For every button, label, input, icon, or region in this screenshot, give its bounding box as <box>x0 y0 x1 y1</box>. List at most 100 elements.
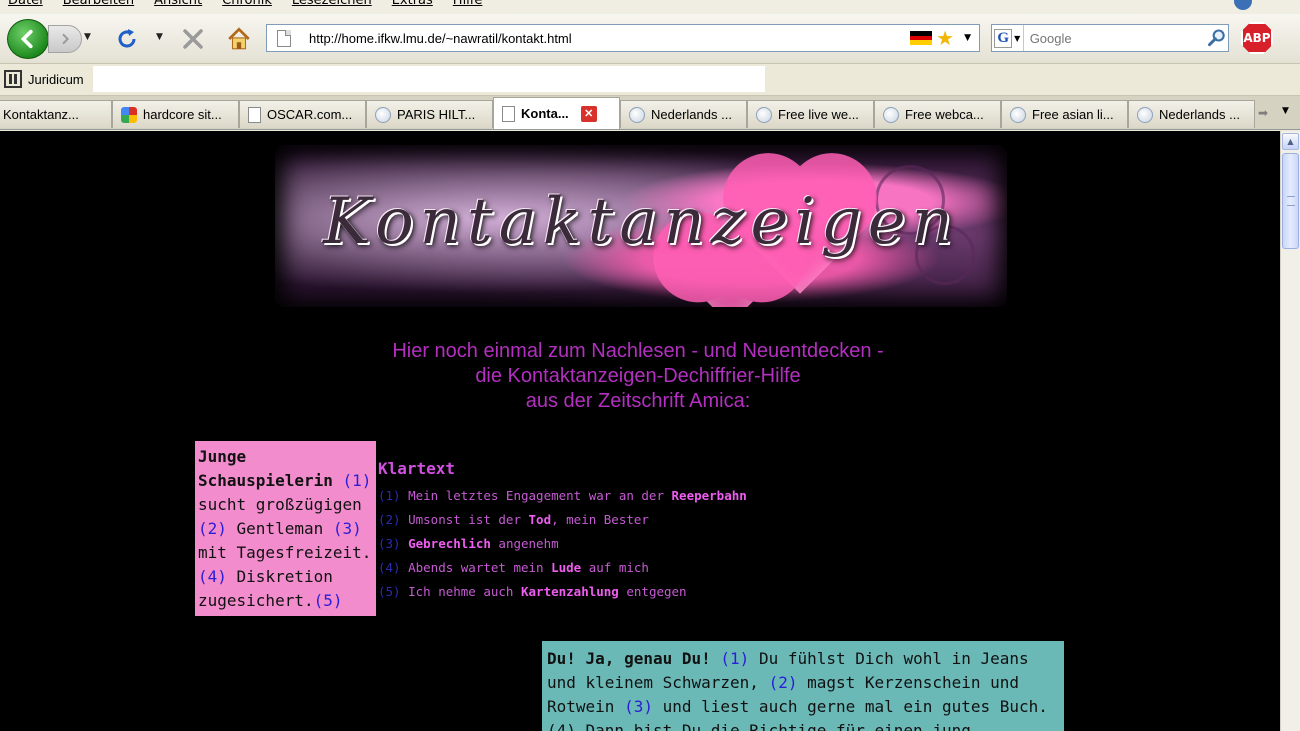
ad-box-schauspielerin: Junge Schauspielerin (1) sucht großzügig… <box>195 441 376 616</box>
bookmark-juridicum[interactable]: Juridicum <box>4 70 84 88</box>
menu-item[interactable]: Datei <box>8 0 43 8</box>
tab[interactable]: OSCAR.com... <box>239 100 366 128</box>
ad-number-marker: (2) <box>768 673 798 692</box>
forward-arrow-icon <box>62 33 70 45</box>
forward-button[interactable] <box>48 25 82 53</box>
bookmarks-toolbar: Juridicum <box>0 64 1300 96</box>
stop-button[interactable] <box>178 24 208 54</box>
ad-number-marker: (3) <box>624 697 653 716</box>
search-engine-selector[interactable]: G ▼ <box>992 25 1024 51</box>
globe-icon <box>1137 106 1153 123</box>
ad-title: Du! Ja, genau Du! <box>547 649 711 668</box>
banner-image: Kontaktanzeigen <box>275 145 1007 307</box>
klartext-row: (2) Umsonst ist der Tod, mein Bester <box>378 508 747 532</box>
scroll-up-icon[interactable]: ▲ <box>1282 133 1299 150</box>
tab-label: Free asian li... <box>1032 107 1114 122</box>
tab-label: Nederlands ... <box>1159 107 1240 122</box>
help-icon[interactable] <box>1234 0 1252 10</box>
reload-dropdown-icon[interactable]: ▼ <box>156 32 163 42</box>
reload-button[interactable] <box>112 24 142 54</box>
klartext-number: (5) <box>378 584 401 599</box>
menu-item[interactable]: Bearbeiten <box>63 0 134 8</box>
menu-item[interactable]: Chronik <box>222 0 272 8</box>
page-icon <box>502 105 515 122</box>
url-dropdown-icon[interactable]: ▼ <box>964 33 971 43</box>
klartext-rows: (1) Mein letztes Engagement war an der R… <box>378 484 747 604</box>
tab[interactable]: Free live we... <box>747 100 874 128</box>
tab[interactable]: hardcore sit... <box>112 100 239 128</box>
klartext-text: Ich nehme auch <box>400 584 521 599</box>
klartext-text: entgegen <box>618 584 687 599</box>
ad-text: sucht großzügigen <box>198 495 362 514</box>
back-arrow-icon <box>20 29 33 49</box>
tab-strip: ◀ Kontaktanz...hardcore sit...OSCAR.com.… <box>0 96 1300 130</box>
address-bar[interactable]: http://home.ifkw.lmu.de/~nawratil/kontak… <box>266 24 980 52</box>
menu-item[interactable]: Extras <box>392 0 433 8</box>
ad-number-marker: (1) <box>720 649 750 668</box>
tab-scroll-right-icon[interactable]: ➡ <box>1258 106 1268 120</box>
klartext-keyword: Lude <box>551 560 582 575</box>
klartext-row: (1) Mein letztes Engagement war an der R… <box>378 484 747 508</box>
tab[interactable]: Nederlands ... <box>1128 100 1255 128</box>
adblock-button[interactable]: ABP <box>1241 22 1273 54</box>
klartext-text: , mein Bester <box>551 512 649 527</box>
ad-text: Gentleman <box>226 519 333 538</box>
vertical-scrollbar[interactable]: ▲ <box>1280 131 1300 731</box>
menu-item[interactable]: Ansicht <box>154 0 202 8</box>
page-icon <box>277 29 291 47</box>
menu-item[interactable]: Hilfe <box>453 0 483 8</box>
globe-icon <box>756 106 772 123</box>
close-tab-icon[interactable]: ✕ <box>580 105 597 122</box>
klartext-number: (2) <box>378 512 401 527</box>
klartext-keyword: Reeperbahn <box>671 488 747 503</box>
engine-dropdown-icon: ▼ <box>1014 33 1021 43</box>
intro-line: Hier noch einmal zum Nachlesen - und Neu… <box>392 340 884 362</box>
klartext-text: Abends wartet mein <box>400 560 552 575</box>
bookmark-label: Juridicum <box>28 71 84 87</box>
back-button[interactable] <box>7 19 49 59</box>
klartext-number: (4) <box>378 560 401 575</box>
tab[interactable]: Konta... ✕ <box>493 97 620 129</box>
tab-list-dropdown-icon[interactable]: ▼ <box>1282 106 1289 116</box>
tab[interactable]: Free webca... <box>874 100 1001 128</box>
url-text[interactable]: http://home.ifkw.lmu.de/~nawratil/kontak… <box>309 31 910 46</box>
google-favicon-icon <box>121 106 137 123</box>
intro-text: Hier noch einmal zum Nachlesen - und Neu… <box>300 339 976 414</box>
tab[interactable]: Free asian li... <box>1001 100 1128 128</box>
klartext-heading: Klartext <box>378 459 456 478</box>
history-dropdown-icon[interactable]: ▼ <box>84 32 94 46</box>
ad-number-marker: (2) <box>198 519 227 538</box>
klartext-text: angenehm <box>490 536 559 551</box>
tab[interactable]: Kontaktanz... <box>0 100 112 128</box>
tab-label: Konta... <box>521 106 569 121</box>
tab[interactable]: Nederlands ... <box>620 100 747 128</box>
tab-label: Free live we... <box>778 107 859 122</box>
tab-label: OSCAR.com... <box>267 107 353 122</box>
klartext-text: Mein letztes Engagement war an der <box>400 488 672 503</box>
search-icon[interactable] <box>1206 28 1228 48</box>
intro-line: aus der Zeitschrift Amica: <box>525 390 751 412</box>
search-input[interactable] <box>1023 30 1206 46</box>
tab-label: Nederlands ... <box>651 107 732 122</box>
search-bar[interactable]: G ▼ <box>991 24 1229 52</box>
ad-number-marker: (4) <box>198 567 227 586</box>
klartext-row: (5) Ich nehme auch Kartenzahlung entgege… <box>378 580 747 604</box>
home-icon <box>228 27 250 50</box>
tab[interactable]: PARIS HILT... <box>366 100 493 128</box>
ad-number-marker: (5) <box>313 591 343 610</box>
ad-title: Junge Schauspielerin <box>198 447 333 490</box>
menu-bar: Datei Bearbeiten Ansicht Chronik Lesezeichen… <box>0 0 1300 14</box>
menu-items: Datei Bearbeiten Ansicht Chronik Lesezeichen… <box>8 0 482 8</box>
ad-number-marker: (1) <box>342 471 372 490</box>
tab-label: Free webca... <box>905 107 984 122</box>
stop-icon <box>183 29 203 49</box>
klartext-keyword: Tod <box>528 512 552 527</box>
ad-number-marker: (3) <box>332 519 362 538</box>
menu-item[interactable]: Lesezeichen <box>292 0 372 8</box>
home-button[interactable] <box>223 23 255 55</box>
scrollbar-thumb[interactable] <box>1282 153 1299 249</box>
page-icon <box>248 106 261 123</box>
klartext-row: (4) Abends wartet mein Lude auf mich <box>378 556 747 580</box>
bookmark-star-icon[interactable]: ★ <box>936 28 954 48</box>
klartext-text <box>401 536 409 551</box>
